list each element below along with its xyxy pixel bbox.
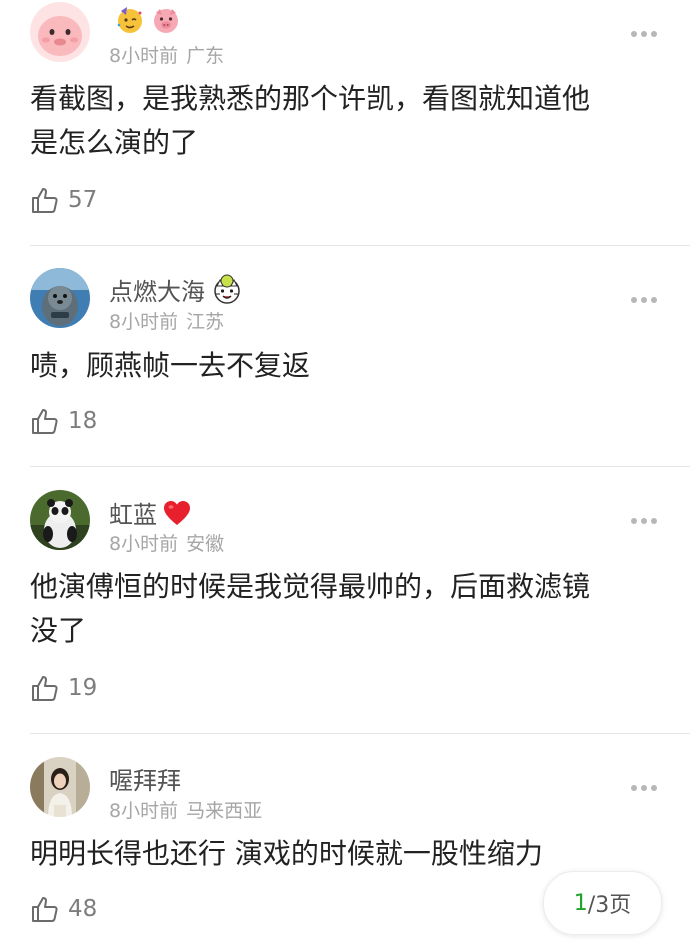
avatar-image <box>30 757 90 817</box>
more-dot-icon <box>651 31 657 37</box>
divider <box>30 466 690 467</box>
comment-location: 马来西亚 <box>186 800 263 822</box>
comment-content: 他演傅恒的时候是我觉得最帅的，后面救滤镜 没了 <box>30 565 662 653</box>
like-count: 57 <box>68 187 98 213</box>
tiger-face-icon <box>214 274 240 304</box>
comment-line: 是怎么演的了 <box>30 126 199 159</box>
username[interactable]: 喔拜拜 <box>109 761 181 796</box>
like-button[interactable]: 18 <box>30 405 97 437</box>
more-dot-icon <box>641 785 647 791</box>
like-button[interactable]: 48 <box>30 893 97 925</box>
comment-time: 8小时前 <box>109 800 179 822</box>
red-heart-icon <box>164 500 190 525</box>
avatar[interactable] <box>30 757 90 817</box>
thumbs-up-icon <box>32 897 58 922</box>
current-page-number: 1 <box>573 890 588 916</box>
like-count: 18 <box>68 408 98 434</box>
comment-line: 他演傅恒的时候是我觉得最帅的，后面救滤镜 <box>30 570 591 603</box>
divider <box>30 245 690 246</box>
comment-location: 广东 <box>186 45 225 67</box>
comment-time: 8小时前 <box>109 533 179 555</box>
comment-line: 啧，顾燕帧一去不复返 <box>30 349 311 382</box>
more-dot-icon <box>641 518 647 524</box>
comment-meta: 8小时前 广东 <box>109 41 224 68</box>
more-dot-icon <box>641 297 647 303</box>
like-count: 48 <box>68 896 98 922</box>
more-dot-icon <box>631 297 637 303</box>
more-dot-icon <box>641 31 647 37</box>
more-dot-icon <box>631 785 637 791</box>
more-options-button[interactable] <box>631 782 661 794</box>
more-dot-icon <box>651 518 657 524</box>
page-indicator-button[interactable]: 1/3页 <box>543 871 662 935</box>
more-options-button[interactable] <box>631 294 661 306</box>
more-dot-icon <box>651 785 657 791</box>
avatar[interactable] <box>30 2 90 62</box>
more-dot-icon <box>631 31 637 37</box>
like-button[interactable]: 19 <box>30 672 97 704</box>
thumbs-up-icon <box>32 409 58 434</box>
pig-face-icon <box>154 9 178 33</box>
username-text: 点燃大海 <box>109 278 205 306</box>
comment-meta: 8小时前 江苏 <box>109 307 224 334</box>
thumbs-up-icon <box>32 188 58 213</box>
username[interactable] <box>109 5 181 35</box>
avatar[interactable] <box>30 268 90 328</box>
username-text: 喔拜拜 <box>109 767 181 795</box>
more-dot-icon <box>631 518 637 524</box>
comment-location: 江苏 <box>186 311 225 333</box>
comment-content: 明明长得也还行 演戏的时候就一股性缩力 <box>30 832 662 876</box>
like-button[interactable]: 57 <box>30 184 97 216</box>
username[interactable]: 点燃大海 <box>109 272 243 307</box>
comment-time: 8小时前 <box>109 45 179 67</box>
avatar-image <box>30 268 90 328</box>
comment-meta: 8小时前 马来西亚 <box>109 796 262 823</box>
comment-line: 没了 <box>30 614 87 647</box>
more-options-button[interactable] <box>631 28 661 40</box>
avatar-image <box>30 490 90 550</box>
divider <box>30 733 690 734</box>
page-total-label: /3页 <box>587 893 632 918</box>
comment-content: 啧，顾燕帧一去不复返 <box>30 344 662 388</box>
like-count: 19 <box>68 675 98 701</box>
thumbs-up-icon <box>32 676 58 701</box>
comment-meta: 8小时前 安徽 <box>109 529 224 556</box>
comment-location: 安徽 <box>186 533 225 555</box>
avatar-image <box>30 2 90 62</box>
more-options-button[interactable] <box>631 515 661 527</box>
comment-time: 8小时前 <box>109 311 179 333</box>
comment-line: 看截图，是我熟悉的那个许凯，看图就知道他 <box>30 82 591 115</box>
party-face-icon <box>117 7 142 33</box>
comment-content: 看截图，是我熟悉的那个许凯，看图就知道他 是怎么演的了 <box>30 77 662 165</box>
username-text: 虹蓝 <box>109 501 157 529</box>
username[interactable]: 虹蓝 <box>109 495 191 530</box>
comment-line: 明明长得也还行 演戏的时候就一股性缩力 <box>30 837 543 870</box>
avatar[interactable] <box>30 490 90 550</box>
more-dot-icon <box>651 297 657 303</box>
